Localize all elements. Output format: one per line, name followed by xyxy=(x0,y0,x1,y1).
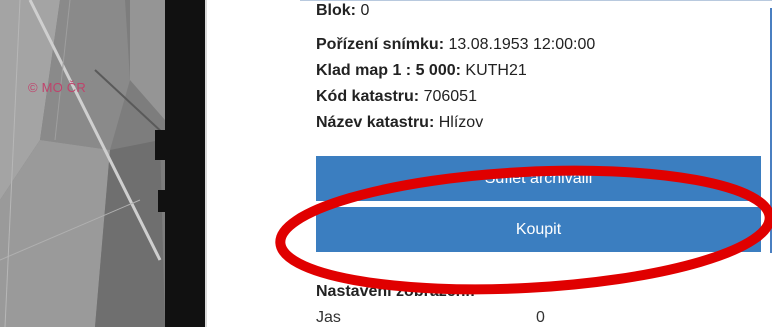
info-nazev-label: Název katastru: xyxy=(316,114,435,131)
info-klad: Klad map 1 : 5 000: KUTH21 xyxy=(316,62,527,80)
info-kod-value: 706051 xyxy=(423,88,477,105)
info-porizeni-label: Pořízení snímku: xyxy=(316,36,445,53)
info-porizeni: Pořízení snímku: 13.08.1953 12:00:00 xyxy=(316,36,595,54)
info-porizeni-value: 13.08.1953 12:00:00 xyxy=(448,36,596,53)
brightness-label: Jas xyxy=(316,309,341,326)
info-nazev-value: Hlízov xyxy=(438,114,484,131)
aerial-photo xyxy=(0,0,205,327)
info-blok-value: 0 xyxy=(360,2,370,19)
buy-button[interactable]: Koupit xyxy=(316,207,761,252)
info-blok: Blok: 0 xyxy=(316,2,369,20)
info-panel: Blok: 0 Pořízení snímku: 13.08.1953 12:0… xyxy=(316,0,772,327)
brightness-value: 0 xyxy=(536,309,545,326)
info-blok-label: Blok: xyxy=(316,2,356,19)
info-kod-label: Kód katastru: xyxy=(316,88,420,105)
aerial-map-image[interactable]: © MO ČR xyxy=(0,0,205,327)
info-klad-value: KUTH21 xyxy=(465,62,527,79)
info-klad-label: Klad map 1 : 5 000: xyxy=(316,62,461,79)
info-kod: Kód katastru: 706051 xyxy=(316,88,477,106)
watermark: © MO ČR xyxy=(28,80,86,95)
info-nazev: Název katastru: Hlízov xyxy=(316,114,483,132)
map-divider xyxy=(205,0,207,327)
display-settings-title: Nastavení zobrazení: xyxy=(316,283,476,300)
share-archive-button[interactable]: Sdílet archiválii xyxy=(316,156,761,201)
